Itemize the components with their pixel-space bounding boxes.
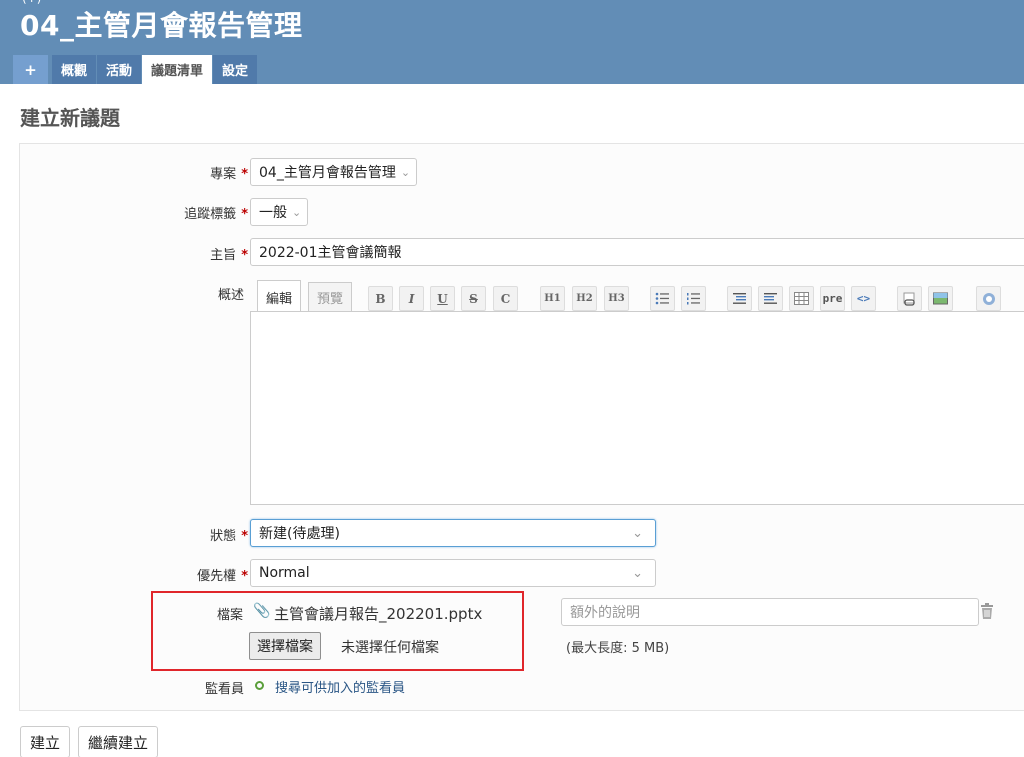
tab-issues[interactable]: 議題清單: [142, 55, 213, 84]
main-menu: + 概觀 活動 議題清單 設定: [13, 55, 258, 84]
help-icon[interactable]: [976, 286, 1001, 311]
page-title: 建立新議題: [20, 106, 120, 130]
editor-tab-edit[interactable]: 編輯: [257, 280, 302, 314]
choose-file-button[interactable]: 選擇檔案: [249, 632, 321, 660]
description-label: 概述: [217, 288, 244, 303]
project-select[interactable]: 04_主管月會報告管理 ⌄: [250, 158, 418, 186]
description-textarea[interactable]: [250, 311, 1024, 505]
unordered-list-icon[interactable]: [650, 286, 675, 311]
attached-file-name: 主管會議月報告_202201.pptx: [274, 605, 483, 623]
priority-select[interactable]: Normal ⌄: [250, 559, 656, 587]
tab-activity[interactable]: 活動: [97, 55, 142, 84]
tracker-select[interactable]: 一般 ⌄: [250, 198, 309, 226]
inline-code-icon[interactable]: C: [493, 286, 518, 311]
max-file-size: (最大長度: 5 MB): [566, 641, 670, 656]
tab-settings[interactable]: 設定: [213, 55, 258, 84]
project-label: 專案 *: [210, 167, 248, 182]
new-object-button[interactable]: +: [13, 55, 48, 84]
search-watchers-link[interactable]: 搜尋可供加入的監看員: [275, 677, 405, 696]
add-circle-icon: [255, 681, 264, 690]
project-select-value: 04_主管月會報告管理: [259, 165, 396, 181]
trash-icon[interactable]: [980, 603, 994, 620]
heading3-icon[interactable]: H3: [604, 286, 629, 311]
chevron-down-icon: ⌄: [292, 205, 302, 219]
chevron-down-icon: ⌄: [400, 165, 411, 179]
italic-icon[interactable]: I: [399, 286, 424, 311]
priority-label: 優先權 *: [197, 569, 248, 584]
editor-tab-preview[interactable]: 預覽: [308, 282, 353, 312]
code-highlight-icon[interactable]: <>: [851, 286, 876, 311]
subject-input[interactable]: 2022-01主管會議簡報: [250, 238, 1024, 266]
heading1-icon[interactable]: H1: [540, 286, 565, 311]
image-icon[interactable]: [928, 286, 953, 311]
underline-icon[interactable]: U: [430, 286, 455, 311]
subject-label: 主旨 *: [210, 248, 248, 263]
no-file-text: 未選擇任何檔案: [341, 640, 439, 656]
app-header: (+) 04_主管月會報告管理 + 概觀 活動 議題清單 設定: [0, 0, 1024, 84]
create-and-continue-button[interactable]: 繼續建立: [78, 726, 159, 757]
watchers-label: 監看員: [204, 682, 244, 697]
blockquote-icon[interactable]: [727, 286, 752, 311]
project-title: 04_主管月會報告管理: [20, 9, 303, 42]
strikethrough-icon[interactable]: S: [461, 286, 486, 311]
chevron-down-icon: ⌄: [632, 565, 643, 581]
status-select-value: 新建(待處理): [259, 526, 340, 542]
tab-overview[interactable]: 概觀: [52, 55, 97, 84]
create-button[interactable]: 建立: [20, 726, 71, 757]
unquote-icon[interactable]: [758, 286, 783, 311]
tracker-label: 追蹤標籤 *: [184, 207, 248, 222]
file-description-input[interactable]: 額外的說明: [561, 598, 979, 626]
ordered-list-icon[interactable]: [681, 286, 706, 311]
paperclip-icon: 📎: [253, 603, 271, 619]
table-icon[interactable]: [789, 286, 814, 311]
status-select[interactable]: 新建(待處理) ⌄: [250, 519, 656, 547]
heading2-icon[interactable]: H2: [572, 286, 597, 311]
editor-toolbar: 編輯 預覽 B I U S C H1 H2 H3 pre <>: [250, 280, 1024, 314]
chevron-down-icon: ⌄: [632, 525, 643, 541]
bold-icon[interactable]: B: [368, 286, 393, 311]
tracker-select-value: 一般: [259, 205, 287, 221]
status-label: 狀態 *: [210, 529, 248, 544]
pre-icon[interactable]: pre: [820, 286, 845, 311]
priority-select-value: Normal: [259, 565, 310, 581]
link-icon[interactable]: [897, 286, 922, 311]
